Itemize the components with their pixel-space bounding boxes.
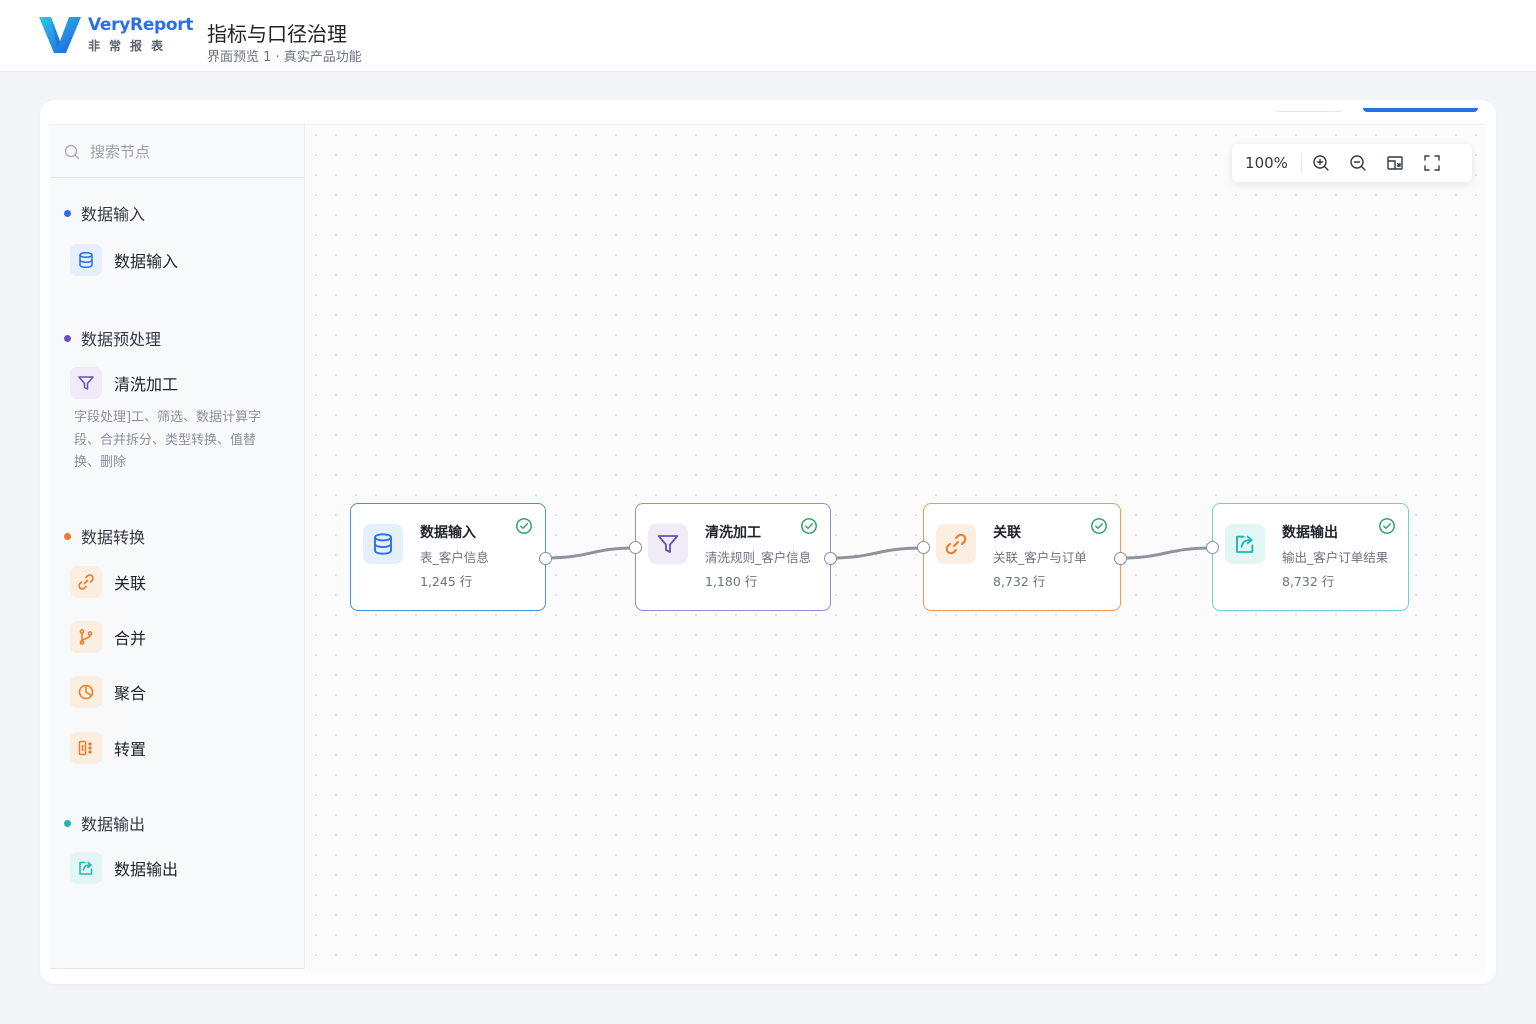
export-icon: [70, 852, 102, 884]
workflow-card: 数据输入 数据输入 数据预处理 清洗加工 字: [40, 100, 1496, 984]
app-header: VeryReport 非常报表 指标与口径治理 界面预览 1 · 真实产品功能: [0, 0, 1536, 72]
palette-item-label: 关联: [114, 574, 147, 593]
primary-toolbar-button[interactable]: [1363, 108, 1478, 112]
secondary-toolbar-button[interactable]: [1275, 106, 1343, 112]
node-search: [50, 125, 304, 178]
group-title-data-input: 数据输入: [64, 201, 145, 225]
node-subtitle: 清洗规则_客户信息: [705, 550, 812, 565]
success-check-icon: [1091, 518, 1107, 534]
fit-view-icon: [1386, 156, 1403, 170]
input-port[interactable]: [917, 541, 930, 554]
search-icon: [64, 144, 80, 160]
palette-item-data-output[interactable]: 数据输出: [70, 852, 178, 884]
input-port[interactable]: [629, 541, 642, 554]
zoom-out-icon: [1349, 155, 1366, 171]
output-port[interactable]: [824, 552, 837, 565]
node-title: 数据输入: [420, 525, 476, 541]
input-port[interactable]: [1206, 541, 1219, 554]
page-title: 指标与口径治理: [207, 22, 347, 46]
group-label: 数据转换: [81, 528, 146, 547]
flow-node-data-input[interactable]: 数据输入 表_客户信息 1,245 行: [350, 503, 546, 611]
palette-item-label: 合并: [114, 629, 147, 648]
palette-item-clean[interactable]: 清洗加工: [70, 367, 178, 399]
brand-name: VeryReport: [88, 15, 194, 35]
workflow-canvas[interactable]: 100% 数据输入 表_客户信息 1,245 行 清洗加工 清洗规则_客户信息 …: [306, 125, 1486, 974]
group-title-transform: 数据转换: [64, 524, 145, 548]
group-label: 数据预处理: [81, 330, 162, 349]
logo-v-icon: [39, 17, 81, 53]
edge-input-to-clean: [544, 546, 636, 560]
palette-item-label: 清洗加工: [114, 375, 179, 394]
group-title-preprocess: 数据预处理: [64, 326, 161, 350]
success-check-icon: [801, 518, 817, 534]
export-icon: [1225, 524, 1265, 564]
flow-node-join[interactable]: 关联 关联_客户与订单 8,732 行: [923, 503, 1121, 611]
palette-item-merge[interactable]: 合并: [70, 621, 146, 653]
node-row-count: 1,245 行: [420, 574, 473, 589]
sidebar-divider: [50, 968, 304, 969]
node-title: 数据输出: [1282, 525, 1338, 541]
database-icon: [363, 524, 403, 564]
palette-item-label: 聚合: [114, 684, 147, 703]
zoom-in-button[interactable]: [1302, 144, 1339, 182]
node-subtitle: 输出_客户订单结果: [1282, 550, 1389, 565]
node-title: 清洗加工: [705, 525, 761, 541]
fullscreen-button[interactable]: [1413, 144, 1450, 182]
group-label: 数据输出: [81, 815, 146, 834]
merge-branch-icon: [70, 621, 102, 653]
palette-item-data-input[interactable]: 数据输入: [70, 244, 178, 276]
page-subtitle: 界面预览 1 · 真实产品功能: [207, 50, 362, 65]
node-subtitle: 关联_客户与订单: [993, 550, 1087, 565]
zoom-level: 100%: [1232, 153, 1302, 173]
success-check-icon: [516, 518, 532, 534]
palette-item-label: 数据输入: [114, 252, 179, 271]
brand-logo[interactable]: VeryReport 非常报表: [38, 15, 194, 59]
zoom-in-icon: [1312, 155, 1329, 171]
node-title: 关联: [993, 525, 1021, 541]
palette-item-description: 字段处理]工、筛选、数据计算字段、合并拆分、类型转换、值替换、删除: [74, 410, 262, 470]
node-row-count: 8,732 行: [993, 574, 1046, 589]
flow-node-clean[interactable]: 清洗加工 清洗规则_客户信息 1,180 行: [635, 503, 831, 611]
group-label: 数据输入: [81, 205, 146, 224]
fit-view-button[interactable]: [1376, 144, 1413, 182]
group-dot: [64, 819, 71, 827]
node-subtitle: 表_客户信息: [420, 550, 489, 565]
brand-name-cn: 非常报表: [88, 39, 173, 53]
palette-item-transpose[interactable]: 转置: [70, 732, 146, 764]
filter-icon: [648, 524, 688, 564]
transpose-icon: [70, 732, 102, 764]
node-palette-sidebar: 数据输入 数据输入 数据预处理 清洗加工 字: [50, 125, 305, 969]
flow-node-data-output[interactable]: 数据输出 输出_客户订单结果 8,732 行: [1212, 503, 1409, 611]
group-dot: [64, 209, 71, 217]
zoom-out-button[interactable]: [1339, 144, 1376, 182]
palette-item-aggregate[interactable]: 聚合: [70, 676, 146, 708]
node-row-count: 1,180 行: [705, 574, 758, 589]
fullscreen-icon: [1423, 155, 1440, 171]
success-check-icon: [1379, 518, 1395, 534]
pie-aggregate-icon: [70, 676, 102, 708]
output-port[interactable]: [1114, 552, 1127, 565]
palette-item-label: 转置: [114, 740, 147, 759]
filter-icon: [70, 367, 102, 399]
group-dot: [64, 532, 71, 540]
edge-join-to-output: [1119, 546, 1213, 560]
database-icon: [70, 244, 102, 276]
output-port[interactable]: [539, 552, 552, 565]
zoom-toolbar: 100%: [1232, 144, 1472, 182]
link-icon: [936, 524, 976, 564]
group-title-output: 数据输出: [64, 811, 145, 835]
palette-item-label: 数据输出: [114, 860, 179, 879]
palette-item-join[interactable]: 关联: [70, 566, 146, 598]
node-row-count: 8,732 行: [1282, 574, 1335, 589]
edge-clean-to-join: [829, 546, 924, 560]
link-icon: [70, 566, 102, 598]
group-dot: [64, 334, 71, 342]
search-input[interactable]: [90, 140, 290, 164]
